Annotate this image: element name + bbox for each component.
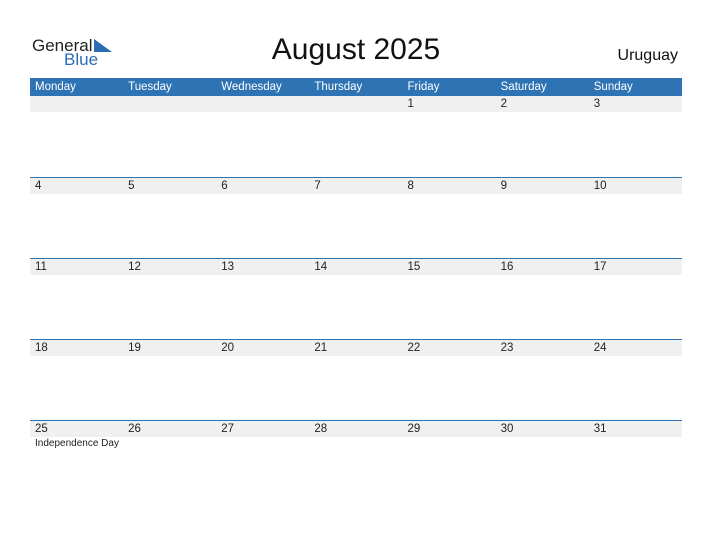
day-number-row: 18 19 20 21 22 23 24 (30, 339, 682, 356)
day-number (216, 96, 309, 112)
day-event (589, 437, 682, 451)
day-event (216, 437, 309, 451)
day-number: 22 (407, 342, 421, 354)
day-number: 6 (221, 180, 228, 192)
day-number: 28 (314, 423, 328, 435)
day-event: Independence Day (35, 438, 119, 449)
day-number: 29 (407, 423, 421, 435)
day-number: 2 (500, 98, 508, 110)
day-number-row: 25 26 27 28 29 30 31 (30, 420, 682, 437)
week-row: 18 19 20 21 22 23 24 (30, 339, 682, 356)
day-event (403, 437, 496, 451)
day-number: 30 (500, 423, 514, 435)
weekday-saturday: Saturday (500, 81, 547, 93)
weekday-header: Monday Tuesday Wednesday Thursday Friday… (30, 78, 682, 96)
weekday-sunday: Sunday (593, 81, 633, 93)
day-number: 12 (128, 261, 141, 273)
day-number: 16 (500, 261, 514, 273)
day-number: 20 (221, 342, 235, 354)
day-number: 5 (128, 180, 135, 192)
page-title: August 2025 (271, 33, 441, 66)
day-number: 25 (35, 423, 48, 435)
day-event (496, 437, 589, 451)
weekday-friday: Friday (407, 81, 440, 93)
day-number (30, 96, 123, 112)
day-number-row: 4 5 6 7 8 9 10 (30, 177, 682, 194)
day-number: 27 (221, 423, 235, 435)
country-label: Uruguay (617, 47, 678, 64)
day-number (309, 96, 402, 112)
day-number: 9 (500, 180, 508, 192)
event-row: Independence Day (30, 437, 682, 451)
day-number: 11 (35, 261, 47, 273)
weekday-thursday: Thursday (314, 81, 363, 93)
day-number: 4 (35, 180, 42, 192)
day-number: 14 (314, 261, 328, 273)
day-number: 8 (407, 180, 414, 192)
day-number: 18 (35, 342, 48, 354)
day-number: 10 (593, 180, 607, 192)
day-number: 21 (314, 342, 328, 354)
day-number: 24 (593, 342, 607, 354)
day-event (123, 437, 216, 451)
day-number: 19 (128, 342, 141, 354)
day-number: 3 (593, 98, 601, 110)
week-row: 25 26 27 28 29 30 31 Independence Day (30, 420, 682, 451)
day-number: 17 (593, 261, 607, 273)
day-number: 15 (407, 261, 421, 273)
weekday-tuesday: Tuesday (128, 81, 172, 93)
weekday-wednesday: Wednesday (221, 81, 282, 93)
day-number: 1 (407, 98, 414, 110)
day-number (123, 96, 216, 112)
day-number: 13 (221, 261, 235, 273)
week-row: 11 12 13 14 15 16 17 (30, 258, 682, 275)
day-number: 26 (128, 423, 141, 435)
day-number: 7 (314, 180, 321, 192)
week-row: 4 5 6 7 8 9 10 (30, 177, 682, 194)
day-number: 23 (500, 342, 514, 354)
weekday-monday: Monday (35, 81, 76, 93)
day-event (309, 437, 402, 451)
day-number: 31 (593, 423, 607, 435)
day-number-row: 1 2 3 (30, 96, 682, 112)
day-number-row: 11 12 13 14 15 16 17 (30, 258, 682, 275)
week-row: 1 2 3 (30, 96, 682, 112)
